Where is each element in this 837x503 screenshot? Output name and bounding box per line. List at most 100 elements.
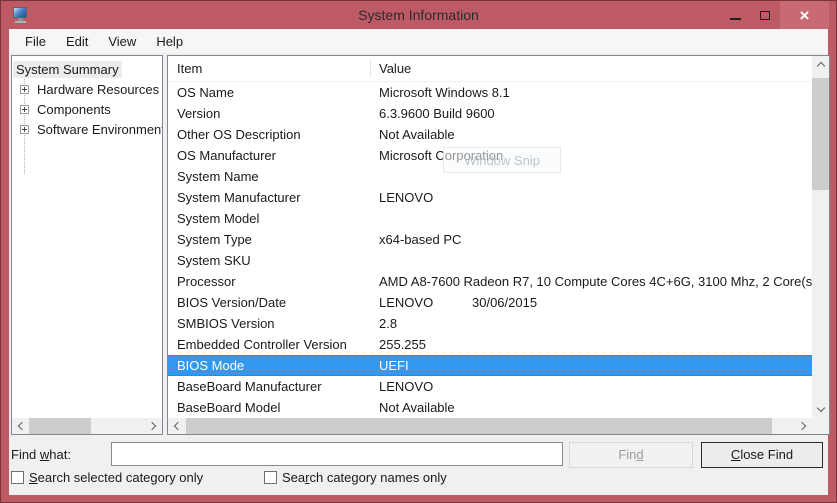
expand-plus-icon[interactable] (20, 85, 29, 94)
table-row[interactable]: Embedded Controller Version255.255 (168, 334, 812, 355)
value-cell: Microsoft Windows 8.1 (370, 85, 510, 100)
scroll-up-icon[interactable] (812, 56, 829, 73)
column-header-item[interactable]: Item (168, 61, 370, 76)
table-row[interactable]: OS ManufacturerMicrosoft Corporation (168, 145, 812, 166)
find-what-label: Find what: (11, 447, 71, 462)
menu-edit[interactable]: Edit (56, 31, 98, 52)
value-cell: 6.3.9600 Build 9600 (370, 106, 495, 121)
find-input[interactable] (111, 442, 563, 466)
value-cell: Not Available (370, 400, 455, 415)
item-cell: BaseBoard Manufacturer (168, 379, 370, 394)
item-cell: System Manufacturer (168, 190, 370, 205)
scroll-right-icon[interactable] (145, 418, 162, 434)
item-cell: Version (168, 106, 370, 121)
table-row[interactable]: BaseBoard ManufacturerLENOVO (168, 376, 812, 397)
list-vertical-scrollbar[interactable] (812, 56, 829, 418)
search-selected-category-checkbox[interactable]: Search selected category only (11, 470, 203, 485)
search-category-names-checkbox[interactable]: Search category names only (264, 470, 447, 485)
scroll-left-icon[interactable] (168, 418, 185, 434)
list-header: Item Value (168, 56, 812, 82)
tree-items: System Summary Hardware ResourcesComponen… (12, 59, 162, 139)
tree-item-components[interactable]: Components (12, 99, 162, 119)
table-row[interactable]: BaseBoard ModelNot Available (168, 397, 812, 418)
minimize-icon (730, 18, 741, 20)
value-cell: x64-based PC (370, 232, 461, 247)
table-row[interactable]: System Name (168, 166, 812, 187)
scrollbar-corner (812, 418, 829, 434)
column-divider[interactable] (370, 59, 371, 78)
tree-item-label: Hardware Resources (34, 81, 162, 98)
expand-plus-icon[interactable] (20, 125, 29, 134)
table-row[interactable]: System Model (168, 208, 812, 229)
checkbox-icon[interactable] (11, 471, 24, 484)
column-header-value[interactable]: Value (370, 61, 411, 76)
maximize-icon (760, 11, 770, 20)
item-cell: OS Name (168, 85, 370, 100)
table-row[interactable]: SMBIOS Version2.8 (168, 313, 812, 334)
scroll-down-icon[interactable] (812, 401, 829, 418)
item-cell: BIOS Version/Date (168, 295, 370, 310)
item-cell: System Model (168, 211, 370, 226)
tree-item-system-summary[interactable]: System Summary (12, 59, 162, 79)
detail-list-pane: Item Value OS NameMicrosoft Windows 8.1V… (167, 55, 830, 435)
search-options-row: Search selected category only Search cat… (9, 470, 828, 490)
menu-file[interactable]: File (15, 31, 56, 52)
monitor-icon (13, 7, 27, 18)
value-cell: AMD A8-7600 Radeon R7, 10 Compute Cores … (370, 274, 812, 289)
expand-plus-icon[interactable] (20, 105, 29, 114)
maximize-button[interactable] (750, 1, 780, 29)
item-cell: OS Manufacturer (168, 148, 370, 163)
list-horizontal-scrollbar[interactable] (168, 418, 812, 434)
table-row[interactable]: System SKU (168, 250, 812, 271)
checkbox-icon[interactable] (264, 471, 277, 484)
value-cell: UEFI (370, 358, 409, 373)
item-cell: SMBIOS Version (168, 316, 370, 331)
window-content: File Edit View Help System Summary Hardwa… (9, 29, 828, 495)
list-rows: OS NameMicrosoft Windows 8.1Version6.3.9… (168, 82, 812, 418)
title-bar: System Information × (1, 1, 836, 29)
system-information-window: System Information × File Edit View Help… (0, 0, 837, 503)
item-cell: System SKU (168, 253, 370, 268)
table-row[interactable]: System Typex64-based PC (168, 229, 812, 250)
item-cell: Embedded Controller Version (168, 337, 370, 352)
category-tree-pane: System Summary Hardware ResourcesComponen… (11, 55, 163, 435)
value-cell: 255.255 (370, 337, 426, 352)
tree-item-label: Software Environment (34, 121, 163, 138)
table-row[interactable]: ProcessorAMD A8-7600 Radeon R7, 10 Compu… (168, 271, 812, 292)
table-row[interactable]: System ManufacturerLENOVO (168, 187, 812, 208)
table-row[interactable]: BIOS ModeUEFI (168, 355, 812, 376)
scroll-right-icon[interactable] (795, 418, 812, 434)
minimize-button[interactable] (720, 1, 750, 29)
item-cell: Other OS Description (168, 127, 370, 142)
checkbox-label: Search category names only (282, 470, 447, 485)
menu-view[interactable]: View (98, 31, 146, 52)
tree-horizontal-scrollbar[interactable] (12, 418, 162, 434)
tree-item-software-environment[interactable]: Software Environment (12, 119, 162, 139)
menu-bar: File Edit View Help (9, 29, 828, 53)
value-cell: LENOVO (370, 190, 433, 205)
close-icon: × (800, 7, 810, 24)
table-row[interactable]: Other OS DescriptionNot Available (168, 124, 812, 145)
close-button[interactable]: × (780, 1, 829, 29)
menu-help[interactable]: Help (146, 31, 193, 52)
value-cell: 2.8 (370, 316, 397, 331)
scroll-left-icon[interactable] (12, 418, 29, 434)
close-find-button[interactable]: Close Find (701, 442, 823, 468)
value-cell: LENOVO30/06/2015 (370, 295, 537, 310)
app-icon (12, 7, 30, 23)
find-button[interactable]: Find (569, 442, 693, 468)
tree-item-hardware-resources[interactable]: Hardware Resources (12, 79, 162, 99)
value-cell: LENOVO (370, 379, 433, 394)
tree-hscroll-thumb[interactable] (29, 418, 91, 434)
item-cell: BaseBoard Model (168, 400, 370, 415)
caption-buttons: × (720, 1, 829, 29)
table-row[interactable]: OS NameMicrosoft Windows 8.1 (168, 82, 812, 103)
table-row[interactable]: BIOS Version/DateLENOVO30/06/2015 (168, 292, 812, 313)
list-hscroll-thumb[interactable] (186, 418, 772, 434)
value-cell: Not Available (370, 127, 455, 142)
list-vscroll-thumb[interactable] (812, 78, 829, 190)
item-cell: Processor (168, 274, 370, 289)
item-cell: System Type (168, 232, 370, 247)
checkbox-label: Search selected category only (29, 470, 203, 485)
table-row[interactable]: Version6.3.9600 Build 9600 (168, 103, 812, 124)
